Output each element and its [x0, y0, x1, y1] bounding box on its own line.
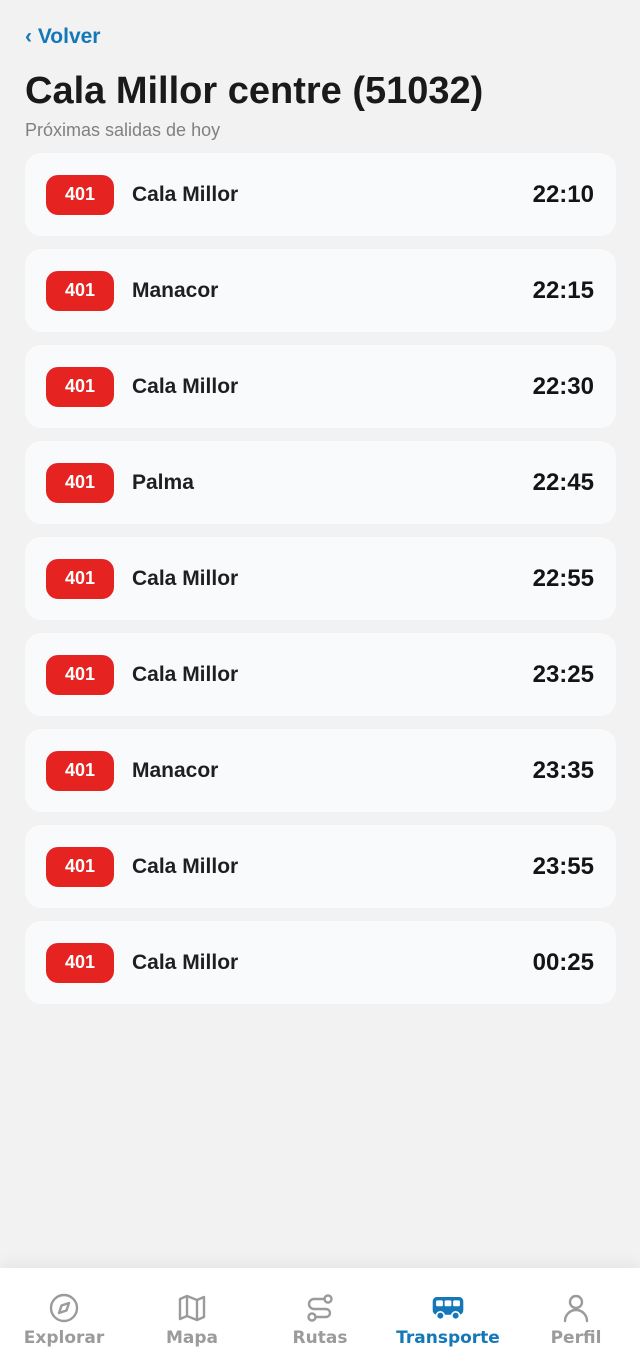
user-icon — [559, 1292, 593, 1324]
line-badge: 401 — [46, 270, 114, 311]
line-badge: 401 — [46, 654, 114, 695]
departure-time: 22:45 — [532, 468, 594, 496]
departure-destination: Cala Millor — [132, 374, 239, 398]
line-badge: 401 — [46, 558, 114, 599]
nav-label: Transporte — [396, 1328, 500, 1348]
bus-icon — [431, 1292, 465, 1324]
nav-item-explorar[interactable]: Explorar — [0, 1268, 128, 1371]
departure-destination: Cala Millor — [132, 854, 239, 878]
departure-row[interactable]: 401 Cala Millor 00:25 — [25, 921, 616, 1004]
departure-destination: Cala Millor — [132, 950, 239, 974]
departure-time: 23:55 — [532, 852, 594, 880]
departure-row[interactable]: 401 Cala Millor 22:30 — [25, 345, 616, 428]
departure-row[interactable]: 401 Manacor 22:15 — [25, 249, 616, 332]
departure-destination: Cala Millor — [132, 662, 239, 686]
nav-label: Explorar — [23, 1328, 105, 1348]
departure-row[interactable]: 401 Manacor 23:35 — [25, 729, 616, 812]
nav-label: Mapa — [165, 1328, 219, 1348]
route-icon — [303, 1292, 337, 1324]
nav-label: Perfil — [550, 1328, 602, 1348]
departure-time: 23:25 — [532, 660, 594, 688]
departure-destination: Cala Millor — [132, 566, 239, 590]
map-icon — [175, 1292, 209, 1324]
departure-row[interactable]: 401 Cala Millor 23:55 — [25, 825, 616, 908]
departure-destination: Palma — [132, 470, 194, 494]
page-title: Cala Millor centre (51032) — [25, 70, 484, 112]
nav-item-rutas[interactable]: Rutas — [256, 1268, 384, 1371]
nav-item-transporte[interactable]: Transporte — [384, 1268, 512, 1371]
departure-destination: Manacor — [132, 278, 219, 302]
departures-list: 401 Cala Millor 22:10 401 Manacor 22:15 … — [25, 153, 616, 1017]
departure-time: 22:10 — [532, 180, 594, 208]
departure-time: 22:30 — [532, 372, 594, 400]
departure-time: 23:35 — [532, 756, 594, 784]
departure-row[interactable]: 401 Palma 22:45 — [25, 441, 616, 524]
departure-time: 22:15 — [532, 276, 594, 304]
departure-row[interactable]: 401 Cala Millor 22:10 — [25, 153, 616, 236]
bottom-navigation: Explorar Mapa Rutas Transporte Perfil — [0, 1268, 640, 1371]
back-link[interactable]: ‹ Volver — [25, 24, 100, 50]
line-badge: 401 — [46, 174, 114, 215]
line-badge: 401 — [46, 942, 114, 983]
page-subtitle: Próximas salidas de hoy — [25, 120, 221, 140]
departure-time: 00:25 — [532, 948, 594, 976]
departure-row[interactable]: 401 Cala Millor 22:55 — [25, 537, 616, 620]
nav-item-mapa[interactable]: Mapa — [128, 1268, 256, 1371]
line-badge: 401 — [46, 846, 114, 887]
departure-destination: Manacor — [132, 758, 219, 782]
compass-icon — [47, 1292, 81, 1324]
line-badge: 401 — [46, 462, 114, 503]
nav-label: Rutas — [292, 1328, 348, 1348]
nav-item-perfil[interactable]: Perfil — [512, 1268, 640, 1371]
departure-time: 22:55 — [532, 564, 594, 592]
line-badge: 401 — [46, 366, 114, 407]
transport-stop-screen: ‹ Volver Cala Millor centre (51032) Próx… — [0, 0, 640, 1371]
departure-row[interactable]: 401 Cala Millor 23:25 — [25, 633, 616, 716]
line-badge: 401 — [46, 750, 114, 791]
departure-destination: Cala Millor — [132, 182, 239, 206]
